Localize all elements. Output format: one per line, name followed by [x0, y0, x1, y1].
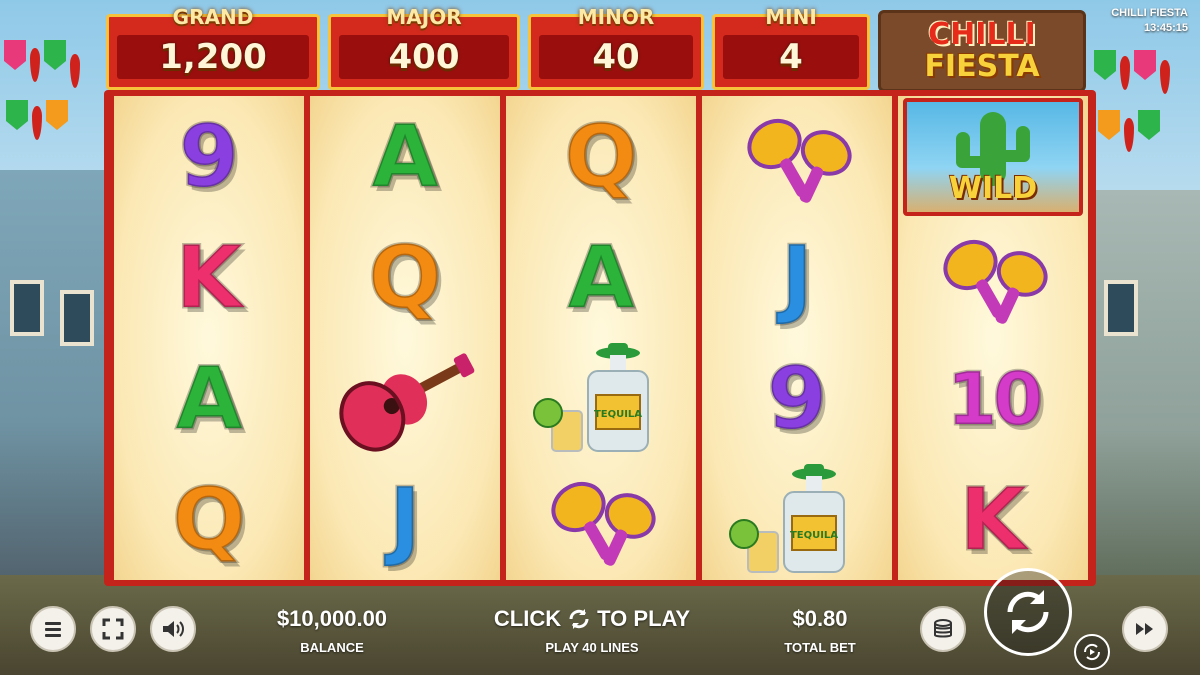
menu-icon [45, 622, 61, 637]
reel-symbol-10: 10 [945, 356, 1044, 441]
bet-value: $0.80 [792, 606, 848, 631]
play-prompt[interactable]: CLICK TO PLAY [480, 606, 704, 632]
coin-stack-icon [934, 619, 952, 638]
background-house-right [1090, 190, 1200, 590]
spin-arrows-icon [569, 609, 589, 629]
reel-5: WILD 10 K [898, 96, 1088, 580]
reel-3: Q A TEQUILA [506, 96, 696, 580]
jackpot-label: MAJOR [386, 5, 462, 29]
reel-symbol-maracas [898, 217, 1088, 338]
reel-symbol-k: K [174, 227, 244, 328]
reel-symbol-q: Q [563, 106, 639, 207]
jackpot-value: 4 [779, 37, 803, 77]
maracas-icon [943, 239, 1048, 324]
jackpot-value: 400 [388, 37, 460, 77]
tequila-label: TEQUILA [790, 530, 838, 541]
sound-button[interactable] [150, 606, 196, 652]
bunting-right [1094, 50, 1170, 94]
background-window [10, 280, 44, 336]
reel-4: J 9 TEQUILA [702, 96, 892, 580]
tequila-bottle-icon: TEQUILA [729, 463, 845, 573]
tequila-label: TEQUILA [594, 409, 642, 420]
jackpot-minor: MINOR 40 [528, 5, 704, 90]
spin-arrows-icon [1007, 590, 1049, 634]
game-info: CHILLI FIESTA 13:45:15 [1111, 6, 1188, 36]
logo-text-line1: CHILLI [928, 17, 1036, 52]
spin-button[interactable] [984, 568, 1072, 656]
bet-settings-button[interactable] [920, 606, 966, 652]
bunting-right-lower [1098, 110, 1160, 152]
logo-text-line2: FIESTA [924, 49, 1040, 84]
balance-label: BALANCE [300, 640, 364, 655]
jackpot-label: GRAND [172, 5, 254, 29]
reel-symbol-maracas [506, 459, 696, 580]
reel-symbol-wild: WILD [898, 96, 1088, 217]
autoplay-icon [1083, 643, 1101, 661]
reel-symbol-q: Q [171, 469, 247, 570]
bet-label: TOTAL BET [784, 640, 856, 655]
guitar-icon [339, 352, 475, 452]
play-prompt-left: CLICK [493, 606, 562, 631]
tequila-bottle-icon: TEQUILA [533, 342, 649, 452]
reel-symbol-j: J [780, 227, 815, 328]
speaker-icon [163, 621, 184, 637]
jackpot-value: 40 [592, 37, 640, 77]
background-window [60, 290, 94, 346]
reel-symbol-9: 9 [766, 348, 829, 449]
lines-label: PLAY 40 LINES [545, 640, 639, 655]
jackpot-label: MINI [765, 5, 817, 29]
play-prompt-right: TO PLAY [597, 606, 691, 631]
reel-symbol-a: A [370, 106, 440, 207]
jackpot-label: MINOR [577, 5, 655, 29]
fullscreen-button[interactable] [90, 606, 136, 652]
bunting-left-lower [6, 100, 68, 140]
jackpot-grand: GRAND 1,200 [106, 5, 320, 90]
fast-forward-icon [1136, 623, 1153, 635]
jackpot-mini: MINI 4 [712, 5, 870, 90]
reel-1: 9 K A Q [114, 96, 304, 580]
game-logo: CHILLI FIESTA [878, 10, 1086, 92]
reel-symbol-a: A [174, 348, 244, 449]
reel-symbol-tequila: TEQUILA [702, 459, 892, 580]
game-title: CHILLI FIESTA [1111, 7, 1188, 19]
balance-value: $10,000.00 [276, 606, 388, 631]
jackpot-value: 1,200 [159, 37, 267, 77]
reel-2: A Q J [310, 96, 500, 580]
reel-symbol-tequila: TEQUILA [506, 338, 696, 459]
background-house-left [0, 170, 110, 590]
reel-symbol-9: 9 [178, 106, 241, 207]
reel-symbol-k: K [958, 469, 1028, 570]
clock: 13:45:15 [1143, 22, 1188, 34]
maracas-icon [551, 481, 656, 566]
reel-symbol-guitar [310, 338, 500, 459]
reel-symbol-j: J [388, 469, 423, 570]
turbo-button[interactable] [1122, 606, 1168, 652]
reel-symbol-q: Q [367, 227, 443, 328]
wild-label: WILD [948, 170, 1038, 206]
menu-button[interactable] [30, 606, 76, 652]
reel-symbol-a: A [566, 227, 636, 328]
reel-symbol-maracas [702, 96, 892, 217]
background-window [1104, 280, 1138, 336]
maracas-icon [747, 118, 852, 203]
jackpot-major: MAJOR 400 [328, 5, 520, 90]
bunting-left [4, 40, 80, 88]
autoplay-button[interactable] [1074, 634, 1110, 670]
wild-symbol: WILD [903, 97, 1083, 216]
fullscreen-icon [102, 618, 124, 640]
